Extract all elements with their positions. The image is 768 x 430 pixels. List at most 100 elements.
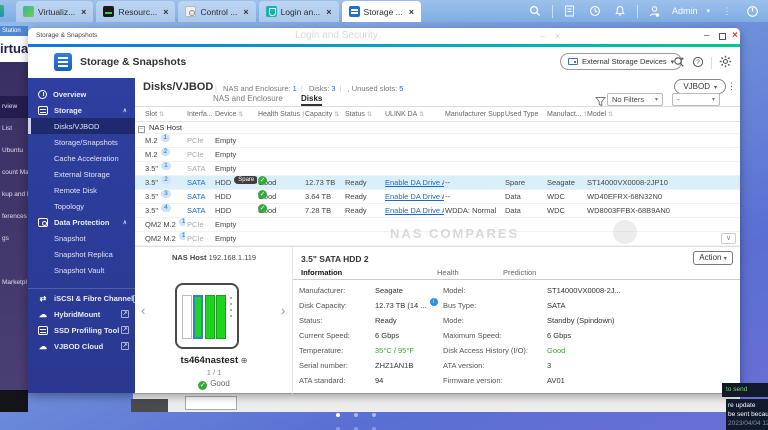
- slot-number-badge: 1-2: [178, 232, 185, 240]
- field-label: Mode:: [443, 316, 464, 325]
- background-task-icon[interactable]: [587, 3, 603, 19]
- nas-front-image[interactable]: [175, 283, 239, 349]
- prev-nas-arrow[interactable]: ‹: [141, 303, 145, 318]
- sidebar-item-storage-snapshots[interactable]: Storage/Snapshots: [28, 134, 135, 150]
- close-tab-icon[interactable]: ×: [409, 7, 414, 17]
- disk-tab-health[interactable]: Health: [437, 267, 459, 279]
- close-tab-icon[interactable]: ×: [243, 7, 248, 17]
- field-value: ST14000VX0008-2J...: [547, 286, 621, 295]
- window-titlebar[interactable]: Storage & Snapshots Login and Security –…: [28, 28, 740, 44]
- disk-row-3-5-4[interactable]: 3.5" 4 SATA HDD ✓ Good 7.28 TB Ready Enable DA D…: [135, 204, 740, 218]
- disk-row-m-2-2[interactable]: M.2 2 PCIe Empty: [135, 148, 740, 162]
- maximize-button[interactable]: [719, 33, 726, 40]
- sidebar-item-ssd-profiling-tool[interactable]: SSD Profiling Tool ↗: [28, 322, 135, 338]
- disk-row-m-2-1[interactable]: M.2 1 PCIe Empty: [135, 134, 740, 148]
- nas-status: ✓ Good: [198, 379, 230, 390]
- power-icon[interactable]: [744, 3, 760, 19]
- drive-bay-3[interactable]: [205, 295, 215, 339]
- sidebar-item-disks-vjbod[interactable]: Disks/VJBOD: [28, 118, 135, 134]
- external-link-icon[interactable]: ↗: [121, 310, 129, 318]
- external-storage-devices-button[interactable]: External Storage Devices ▾: [560, 53, 683, 70]
- sidebar-item-remote-disk[interactable]: Remote Disk: [28, 182, 135, 198]
- nas-name[interactable]: ts464nastest ⊕: [135, 355, 293, 366]
- taskbar-tab-resourc[interactable]: Resourc... ×: [96, 1, 176, 22]
- close-tab-icon[interactable]: ×: [326, 7, 331, 17]
- sidebar-item-snapshot-vault[interactable]: Snapshot Vault: [28, 262, 135, 278]
- close-button[interactable]: ×: [732, 30, 738, 41]
- global-settings-search-icon[interactable]: [673, 56, 685, 71]
- drive-bay-2-selected[interactable]: [193, 295, 203, 339]
- next-nas-arrow[interactable]: ›: [281, 303, 285, 318]
- taskbar-tab-control[interactable]: Control ... ×: [178, 1, 256, 22]
- sidebar-item-data-protection[interactable]: Data Protection ∧: [28, 214, 135, 230]
- help-icon[interactable]: ?: [692, 56, 704, 71]
- field-value: Ready: [375, 316, 397, 325]
- notification-toast[interactable]: re update be sent because 2023/04/04 12:0: [726, 399, 768, 430]
- vstation-tab[interactable]: Station: [0, 26, 28, 36]
- vstation-item-rview[interactable]: rview: [0, 96, 28, 118]
- spare-badge: Spare: [234, 176, 257, 184]
- sidebar-item-overview[interactable]: Overview: [28, 86, 135, 102]
- sidebar-item-snapshot-replica[interactable]: Snapshot Replica: [28, 246, 135, 262]
- vstation-item-list[interactable]: List: [0, 118, 28, 140]
- slot-number-badge: 1-1: [178, 218, 185, 226]
- sidebar-item-topology[interactable]: Topology: [28, 198, 135, 214]
- minimize-button[interactable]: –: [704, 30, 710, 41]
- disk-row-3-5-1[interactable]: 3.5" 1 SATA Empty: [135, 162, 740, 176]
- disk-tab-information[interactable]: Information: [301, 267, 342, 279]
- sidebar-item-cache-acceleration[interactable]: Cache Acceleration: [28, 150, 135, 166]
- action-button[interactable]: Action ▾: [693, 251, 733, 265]
- vstation-item-count-man[interactable]: count Man: [0, 162, 28, 184]
- virtualization-station-window[interactable]: Station irtual rviewListUbuntucount Mank…: [0, 26, 28, 390]
- taskbar-tab-virtualiz[interactable]: Virtualiz... ×: [16, 1, 94, 22]
- notification-bell-icon[interactable]: [612, 3, 628, 19]
- bg-minimize-icon: –: [540, 31, 546, 41]
- vstation-item-kup-and-r[interactable]: kup and R: [0, 184, 28, 206]
- vstation-item-gs[interactable]: gs: [0, 228, 28, 250]
- slot-number-badge: 2: [161, 176, 171, 184]
- close-tab-icon[interactable]: ×: [163, 7, 168, 17]
- chevron-down-icon[interactable]: ▾: [706, 7, 710, 15]
- da-analysis-link[interactable]: Enable DA Drive Analy...: [385, 190, 444, 204]
- external-link-icon[interactable]: ↗: [121, 342, 129, 350]
- sidebar-item-storage[interactable]: Storage ∧: [28, 102, 135, 118]
- da-analysis-link[interactable]: Enable DA Drive Analy...: [385, 176, 444, 190]
- disk-row-3-5-3[interactable]: 3.5" 3 SATA HDD ✓ Good 3.64 TB Ready Enable DA D…: [135, 190, 740, 204]
- drive-bay-1-empty[interactable]: [182, 295, 192, 339]
- close-tab-icon[interactable]: ×: [81, 7, 86, 17]
- search-icon[interactable]: [527, 3, 543, 19]
- vstation-item-ubuntu[interactable]: Ubuntu: [0, 140, 28, 162]
- vm-icon: [23, 6, 34, 17]
- drive-bay-4[interactable]: [216, 295, 226, 339]
- collapse-table-button[interactable]: ∨: [721, 233, 736, 244]
- admin-user-label[interactable]: Admin: [672, 6, 698, 16]
- divider: [551, 4, 553, 18]
- sidebar-item-vjbod-cloud[interactable]: ☁ VJBOD Cloud ↗: [28, 338, 135, 354]
- settings-gear-icon[interactable]: [719, 55, 732, 71]
- slot-number-badge: 1: [161, 162, 171, 170]
- slot-number-badge: 1: [160, 134, 171, 142]
- field-label: ATA standard:: [299, 376, 346, 385]
- sidebar-item-snapshot[interactable]: Snapshot: [28, 230, 135, 246]
- window-tab-label: Storage & Snapshots: [36, 32, 98, 39]
- sidebar-item-iscsi-fibre-channel[interactable]: ⇄iSCSI & Fibre Channel↗: [28, 288, 135, 306]
- user-avatar-icon[interactable]: [647, 3, 663, 19]
- vstation-item-marketpl[interactable]: Marketpl: [0, 272, 28, 294]
- app-title: Storage & Snapshots: [80, 56, 187, 68]
- taskbar-tab-login-an[interactable]: Login an... ×: [258, 1, 339, 22]
- notification-toast-small[interactable]: to send: [722, 383, 768, 397]
- taskbar-tab-storage[interactable]: Storage ... ×: [341, 1, 422, 22]
- info-icon[interactable]: i: [429, 298, 438, 306]
- sidebar-item-external-storage[interactable]: External Storage: [28, 166, 135, 182]
- desktop-page-dots[interactable]: [336, 413, 376, 430]
- field-value: Standby (Spindown): [547, 316, 615, 325]
- more-options-icon[interactable]: ⋮: [719, 3, 735, 19]
- sidebar-item-hybridmount[interactable]: ☁ HybridMount ↗: [28, 306, 135, 322]
- disk-tab-prediction[interactable]: Prediction: [503, 267, 536, 279]
- storage-snapshots-window: Storage & Snapshots Login and Security –…: [28, 28, 740, 394]
- external-link-icon[interactable]: ↗: [121, 326, 129, 334]
- da-analysis-link[interactable]: Enable DA Drive Analy...: [385, 204, 444, 218]
- notepad-icon[interactable]: [562, 3, 578, 19]
- vstation-item-ferences[interactable]: ferences: [0, 206, 28, 228]
- disk-row-3-5-2[interactable]: 3.5" 2 SATA HDD Spare ✓ Good 12.73 TB Ready Enabl…: [135, 176, 740, 190]
